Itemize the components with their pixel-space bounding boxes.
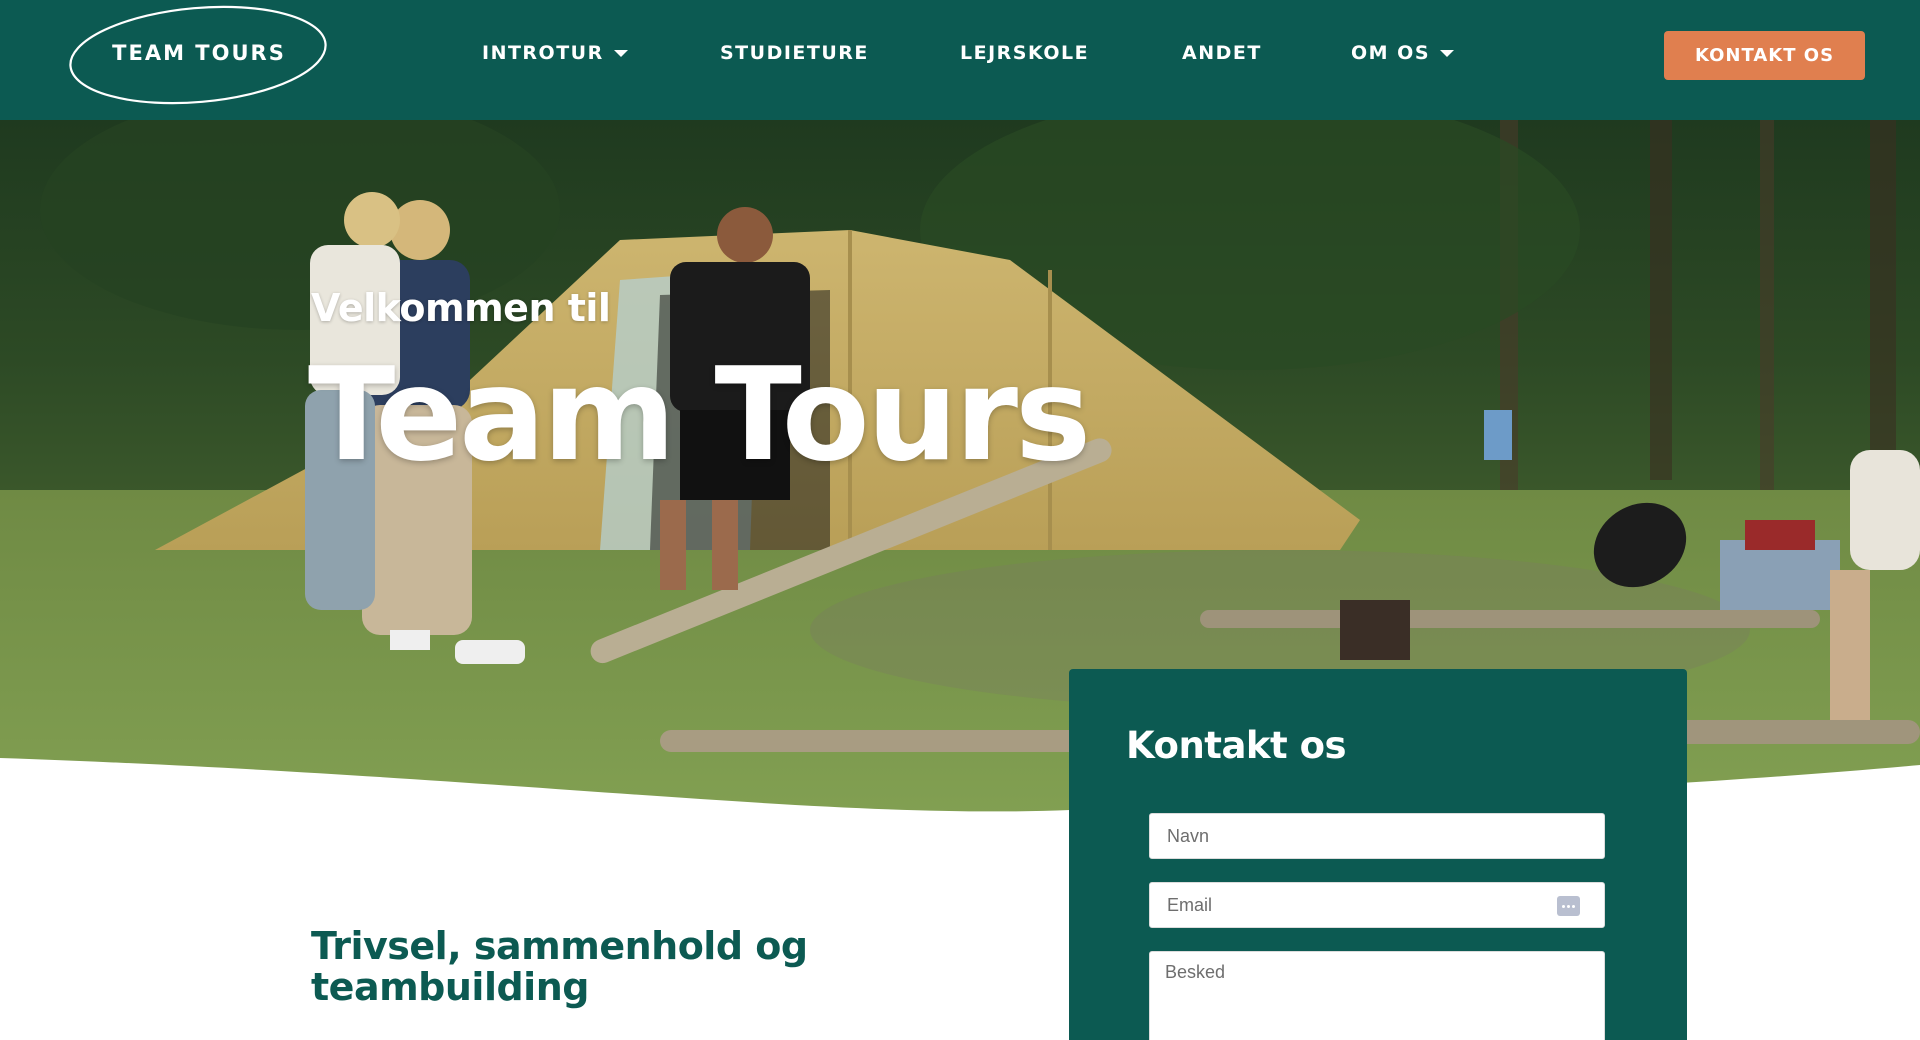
intro-heading: Trivsel, sammenhold og teambuilding	[311, 924, 808, 1009]
nav-item-label: INTROTUR	[482, 42, 604, 64]
chevron-down-icon	[613, 49, 628, 57]
name-field[interactable]	[1150, 814, 1604, 858]
nav-item-label: OM OS	[1351, 42, 1431, 64]
hero-title: Team Tours	[308, 341, 1091, 490]
email-field-wrapper	[1149, 882, 1605, 928]
password-manager-icon[interactable]	[1557, 896, 1580, 916]
nav-item-om-os[interactable]: OM OS	[1351, 42, 1455, 64]
name-field-wrapper	[1149, 813, 1605, 859]
team-tours-logo[interactable]: TEAM TOURS	[68, 5, 330, 105]
nav-item-studieture[interactable]: STUDIETURE	[720, 42, 869, 64]
nav-item-label: STUDIETURE	[720, 42, 869, 64]
message-field[interactable]	[1150, 952, 1604, 1040]
logo-text: TEAM TOURS	[112, 41, 286, 65]
nav-item-lejrskole[interactable]: LEJRSKOLE	[960, 42, 1089, 64]
email-field[interactable]	[1150, 883, 1604, 927]
chevron-down-icon	[1440, 49, 1455, 57]
contact-form-title: Kontakt os	[1126, 724, 1347, 767]
nav-item-label: ANDET	[1182, 42, 1262, 64]
site-header: TEAM TOURS INTROTUR STUDIETURE LEJRSKOLE…	[0, 0, 1920, 120]
nav-item-label: LEJRSKOLE	[960, 42, 1090, 64]
contact-form-card: Kontakt os	[1069, 669, 1687, 1040]
hero-subtitle: Velkommen til	[311, 286, 611, 330]
nav-item-andet[interactable]: ANDET	[1182, 42, 1262, 64]
message-field-wrapper	[1149, 951, 1605, 1040]
nav-item-introtur[interactable]: INTROTUR	[482, 42, 628, 64]
contact-us-button[interactable]: KONTAKT OS	[1664, 31, 1865, 80]
